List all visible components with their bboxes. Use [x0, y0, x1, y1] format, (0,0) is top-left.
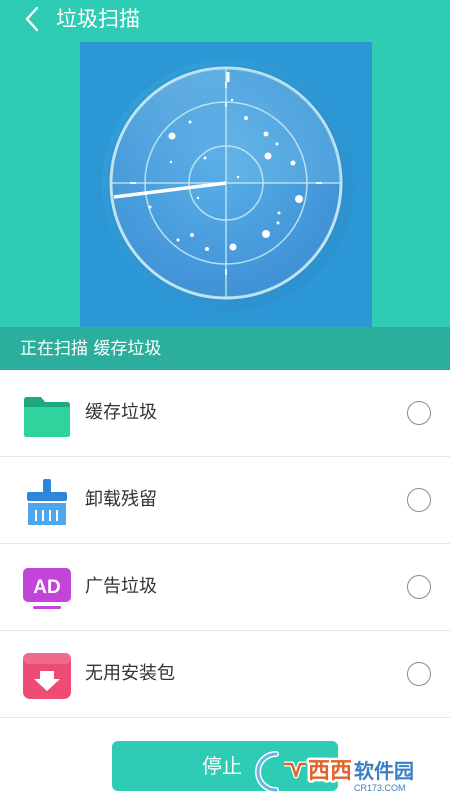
radar-panel [80, 42, 372, 327]
folder-icon [24, 397, 70, 437]
radar-scanner [102, 59, 354, 311]
select-radio[interactable] [407, 575, 431, 599]
list-item-cache-junk[interactable]: 缓存垃圾 [0, 370, 450, 457]
watermark-brand-part2: 软件园 [354, 759, 414, 783]
watermark-site: CR173.COM [354, 783, 406, 793]
list-item-ad-junk[interactable]: AD 广告垃圾 [0, 544, 450, 631]
select-radio[interactable] [407, 488, 431, 512]
list-item-label: 广告垃圾 [85, 576, 157, 597]
scan-hero [0, 42, 450, 327]
watermark-logo-mark [255, 751, 306, 793]
stop-button-label: 停止 [202, 754, 242, 778]
page-title: 垃圾扫描 [56, 7, 140, 31]
site-watermark-logo: 西西 西西 软件园 软件园 CR173.COM CR173.COM [255, 751, 416, 794]
junk-category-list: 缓存垃圾 卸载残留 AD 广告垃圾 无用安装包 [0, 370, 450, 718]
broom-icon [27, 479, 67, 525]
list-item-unused-packages[interactable]: 无用安装包 [0, 631, 450, 718]
package-download-icon [23, 653, 71, 699]
list-item-label: 缓存垃圾 [85, 402, 157, 423]
scan-status-bar: 正在扫描 缓存垃圾 [0, 327, 450, 370]
list-item-label: 卸载残留 [85, 489, 157, 510]
watermark-brand-part1: 西西 [308, 759, 352, 784]
ad-icon: AD [23, 568, 71, 609]
chevron-left-icon[interactable] [18, 4, 48, 34]
list-item-uninstall-residue[interactable]: 卸载残留 [0, 457, 450, 544]
radar-sweep [113, 68, 226, 196]
app-header: 垃圾扫描 [0, 0, 450, 42]
select-radio[interactable] [407, 662, 431, 686]
scan-status-text: 正在扫描 缓存垃圾 [20, 339, 162, 359]
svg-text:AD: AD [33, 577, 60, 598]
select-radio[interactable] [407, 401, 431, 425]
list-item-label: 无用安装包 [85, 663, 175, 684]
